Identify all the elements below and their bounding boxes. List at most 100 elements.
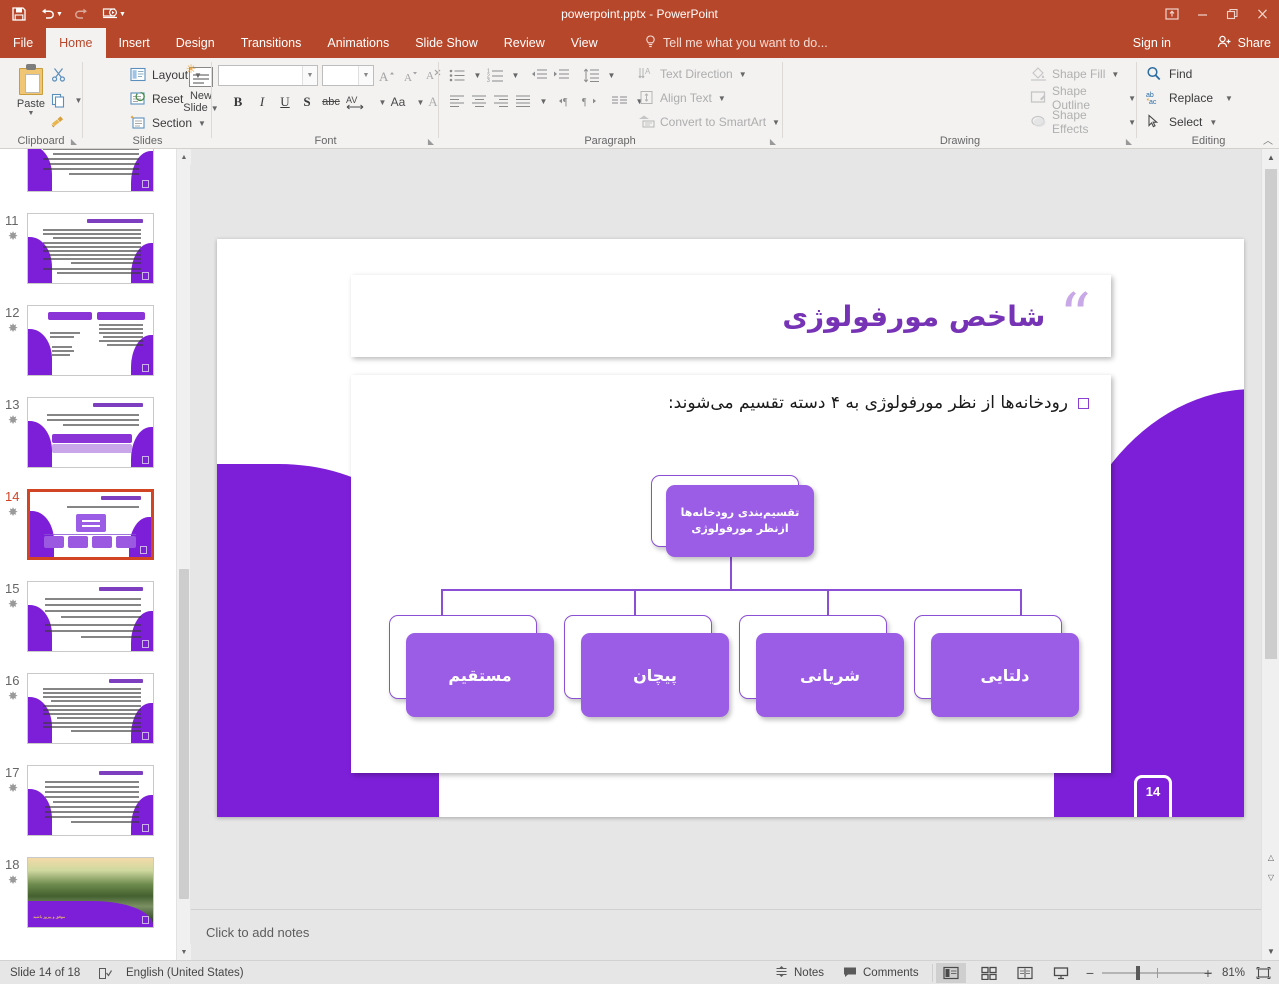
sign-in-button[interactable]: Sign in: [1133, 28, 1171, 58]
slide-thumbnail-pane[interactable]: 11 ✸ 12 ✸ 13 ✸ 14 ✸ 15 ✸ 16 ✸ 17 ✸ 18 ✸ …: [0, 149, 176, 960]
org-chart-diagram[interactable]: تقسیم‌بندی رودخانه‌ها ازنظر مورفولوژی مس…: [351, 375, 1111, 773]
tab-animations[interactable]: Animations: [314, 28, 402, 58]
justify-caret-icon[interactable]: ▼: [532, 90, 554, 112]
shape-effects-button[interactable]: Shape Effects ▼: [1030, 108, 1136, 136]
slide-scroll-down-icon[interactable]: ▼: [1262, 943, 1279, 960]
align-right-icon[interactable]: [490, 90, 512, 112]
reading-view-button[interactable]: [1010, 963, 1040, 983]
diagram-child-node-2[interactable]: شریانی: [739, 615, 904, 717]
tab-home[interactable]: Home: [46, 28, 106, 58]
select-button[interactable]: Select ▼: [1146, 111, 1217, 133]
reset-button[interactable]: Reset: [130, 88, 183, 110]
tell-me-search[interactable]: Tell me what you want to do...: [645, 28, 828, 58]
tab-transitions[interactable]: Transitions: [228, 28, 315, 58]
justify-icon[interactable]: [512, 90, 534, 112]
minimize-icon[interactable]: [1187, 1, 1217, 27]
decrease-font-size-icon[interactable]: A: [400, 64, 422, 86]
tab-file[interactable]: File: [0, 28, 46, 58]
rtl-text-icon[interactable]: ¶: [578, 90, 600, 112]
italic-button[interactable]: I: [251, 91, 273, 113]
underline-button[interactable]: U: [274, 91, 296, 113]
zoom-slider-handle[interactable]: [1136, 966, 1140, 980]
copy-icon[interactable]: [48, 90, 68, 110]
increase-font-size-icon[interactable]: A: [376, 64, 398, 86]
numbering-caret-icon[interactable]: ▼: [504, 64, 526, 86]
normal-view-button[interactable]: [936, 963, 966, 983]
numbering-icon[interactable]: 123: [484, 64, 506, 86]
scroll-down-icon[interactable]: ▼: [177, 944, 191, 960]
diagram-root-node[interactable]: تقسیم‌بندی رودخانه‌ها ازنظر مورفولوژی: [651, 475, 814, 557]
font-name-caret-icon[interactable]: ▼: [302, 66, 317, 85]
font-name-input[interactable]: ▼: [218, 65, 318, 86]
bullets-icon[interactable]: [446, 64, 468, 86]
columns-icon[interactable]: [608, 90, 630, 112]
thumbnail-frame-selected[interactable]: [27, 489, 154, 560]
next-slide-icon[interactable]: ▽: [1262, 869, 1279, 886]
diagram-child-node-1[interactable]: دلتایی: [914, 615, 1079, 717]
layout-button[interactable]: Layout ▼: [130, 64, 202, 86]
increase-indent-icon[interactable]: [550, 64, 572, 86]
convert-to-smartart-button[interactable]: Convert to SmartArt ▼: [638, 111, 780, 133]
diagram-child-node-4[interactable]: مستقیم: [389, 615, 554, 717]
fit-slide-to-window-button[interactable]: [1255, 964, 1271, 982]
paragraph-dialog-launcher[interactable]: ◣: [770, 137, 776, 146]
scrollbar-thumb[interactable]: [179, 569, 189, 899]
slide-scroll-up-icon[interactable]: ▲: [1262, 149, 1279, 166]
paste-caret-icon[interactable]: ▼: [28, 110, 35, 117]
text-direction-button[interactable]: A Text Direction ▼: [638, 63, 747, 85]
slide-area-scrollbar[interactable]: ▲ △ ▽ ▼: [1261, 149, 1279, 960]
zoom-level-label[interactable]: 81%: [1222, 961, 1245, 984]
shape-outline-button[interactable]: Shape Outline ▼: [1030, 84, 1136, 112]
slide-title-placeholder[interactable]: شاخص مورفولوژی “: [351, 275, 1111, 357]
change-case-button[interactable]: Aa: [385, 91, 411, 113]
line-spacing-icon[interactable]: [580, 64, 602, 86]
thumbnail-frame[interactable]: [27, 213, 154, 284]
thumbnail-frame[interactable]: [27, 765, 154, 836]
strikethrough-button[interactable]: abc: [318, 91, 344, 113]
line-spacing-caret-icon[interactable]: ▼: [600, 64, 622, 86]
cut-icon[interactable]: [48, 64, 68, 84]
slide-body-placeholder[interactable]: رودخانه‌ها از نظر مورفولوژی به ۴ دسته تق…: [351, 375, 1111, 773]
text-shadow-button[interactable]: S: [296, 91, 318, 113]
collapse-ribbon-icon[interactable]: ︿: [1263, 132, 1273, 147]
bold-button[interactable]: B: [227, 91, 249, 113]
tab-view[interactable]: View: [558, 28, 611, 58]
restore-icon[interactable]: [1217, 1, 1247, 27]
clipboard-dialog-launcher[interactable]: ◣: [71, 137, 77, 146]
notes-toggle-button[interactable]: Notes: [775, 961, 824, 984]
slide-sorter-view-button[interactable]: [974, 963, 1004, 983]
align-left-icon[interactable]: [446, 90, 468, 112]
format-painter-icon[interactable]: [48, 112, 68, 132]
thumbnail-frame[interactable]: موفق و پیروز باشید: [27, 857, 154, 928]
replace-button[interactable]: ab ac Replace ▼: [1146, 87, 1233, 109]
tab-review[interactable]: Review: [491, 28, 558, 58]
zoom-out-button[interactable]: −: [1082, 964, 1098, 982]
current-slide[interactable]: 14 شاخص مورفولوژی “ رودخانه‌ها از نظر مو…: [217, 239, 1244, 817]
slide-scrollbar-thumb[interactable]: [1265, 169, 1277, 659]
close-icon[interactable]: [1247, 1, 1277, 27]
decrease-indent-icon[interactable]: [528, 64, 550, 86]
language-label[interactable]: English (United States): [126, 961, 244, 984]
tab-insert[interactable]: Insert: [106, 28, 163, 58]
font-size-caret-icon[interactable]: ▼: [358, 66, 373, 85]
character-spacing-button[interactable]: AV: [343, 91, 371, 113]
previous-slide-icon[interactable]: △: [1262, 849, 1279, 866]
diagram-child-node-3[interactable]: پیچان: [564, 615, 729, 717]
zoom-in-button[interactable]: +: [1200, 964, 1216, 982]
thumbnail-frame[interactable]: [27, 581, 154, 652]
thumbnail-pane-scrollbar[interactable]: ▲ ▼: [176, 149, 191, 960]
tab-design[interactable]: Design: [163, 28, 228, 58]
slide-edit-area[interactable]: 14 شاخص مورفولوژی “ رودخانه‌ها از نظر مو…: [191, 149, 1261, 909]
drawing-dialog-launcher[interactable]: ◣: [1126, 137, 1132, 146]
font-dialog-launcher[interactable]: ◣: [428, 137, 434, 146]
spellcheck-icon[interactable]: [98, 961, 112, 984]
thumbnail-frame[interactable]: [27, 397, 154, 468]
section-button[interactable]: Section ▼: [130, 112, 206, 134]
thumbnail-frame[interactable]: [27, 149, 154, 192]
ltr-text-icon[interactable]: ¶: [555, 90, 577, 112]
share-button[interactable]: Share: [1217, 28, 1271, 58]
slideshow-view-button[interactable]: [1046, 963, 1076, 983]
find-button[interactable]: Find: [1146, 63, 1192, 85]
font-size-input[interactable]: ▼: [322, 65, 374, 86]
thumbnail-frame[interactable]: [27, 305, 154, 376]
